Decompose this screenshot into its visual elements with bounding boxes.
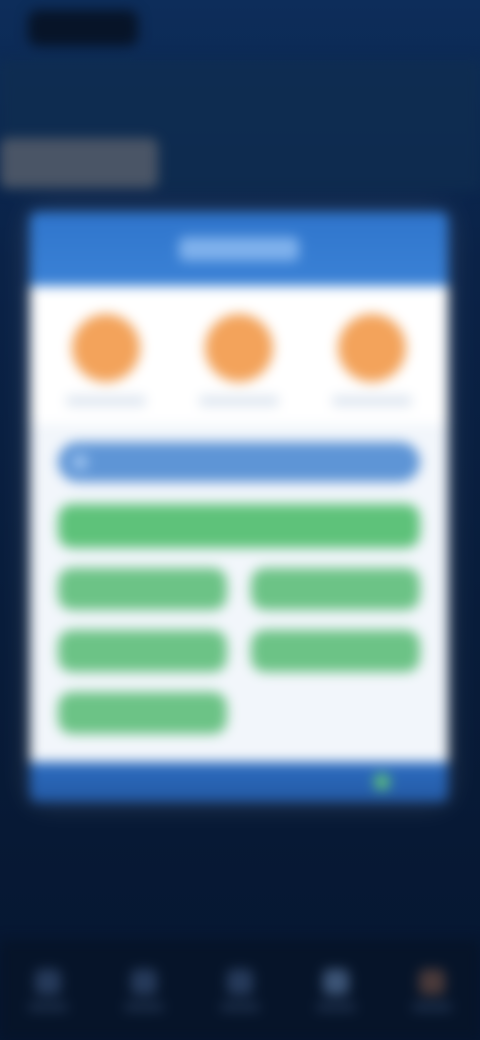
grid-spacer (251, 692, 420, 734)
nav-label (124, 1003, 164, 1011)
nav-item-user[interactable] (301, 969, 371, 1011)
stat-label (66, 396, 147, 406)
stat-item (179, 314, 299, 406)
action-button[interactable] (251, 568, 420, 610)
card-header (30, 212, 448, 286)
search-bar[interactable] (58, 442, 420, 482)
primary-button[interactable] (58, 504, 420, 548)
nav-label (28, 1003, 68, 1011)
stat-item (312, 314, 432, 406)
stat-item (46, 314, 166, 406)
nav-item-home[interactable] (13, 969, 83, 1011)
more-icon (419, 969, 445, 995)
list-icon (131, 969, 157, 995)
stat-circle-icon (337, 314, 406, 382)
card-title (179, 237, 299, 261)
button-grid (58, 568, 420, 734)
nav-item-more[interactable] (397, 969, 467, 1011)
action-button[interactable] (58, 568, 227, 610)
stat-circle-icon (72, 314, 141, 382)
dialog-card (30, 212, 448, 802)
nav-item-grid[interactable] (205, 969, 275, 1011)
nav-label (220, 1003, 260, 1011)
status-dot-icon (374, 774, 390, 790)
nav-label (316, 1003, 356, 1011)
top-bar (0, 0, 480, 120)
stat-label (331, 396, 412, 406)
stat-label (198, 396, 279, 406)
user-icon (323, 969, 349, 995)
action-button[interactable] (251, 630, 420, 672)
action-button[interactable] (58, 630, 227, 672)
back-button[interactable] (28, 10, 138, 46)
home-icon (35, 969, 61, 995)
nav-label (412, 1003, 452, 1011)
grid-icon (227, 969, 253, 995)
card-footer (30, 762, 448, 802)
stats-row (30, 286, 448, 424)
search-icon (72, 454, 88, 470)
bottom-navigation (0, 940, 480, 1040)
page-subtitle (0, 138, 158, 188)
stat-circle-icon (204, 314, 273, 382)
nav-item-list[interactable] (109, 969, 179, 1011)
action-button[interactable] (58, 692, 227, 734)
